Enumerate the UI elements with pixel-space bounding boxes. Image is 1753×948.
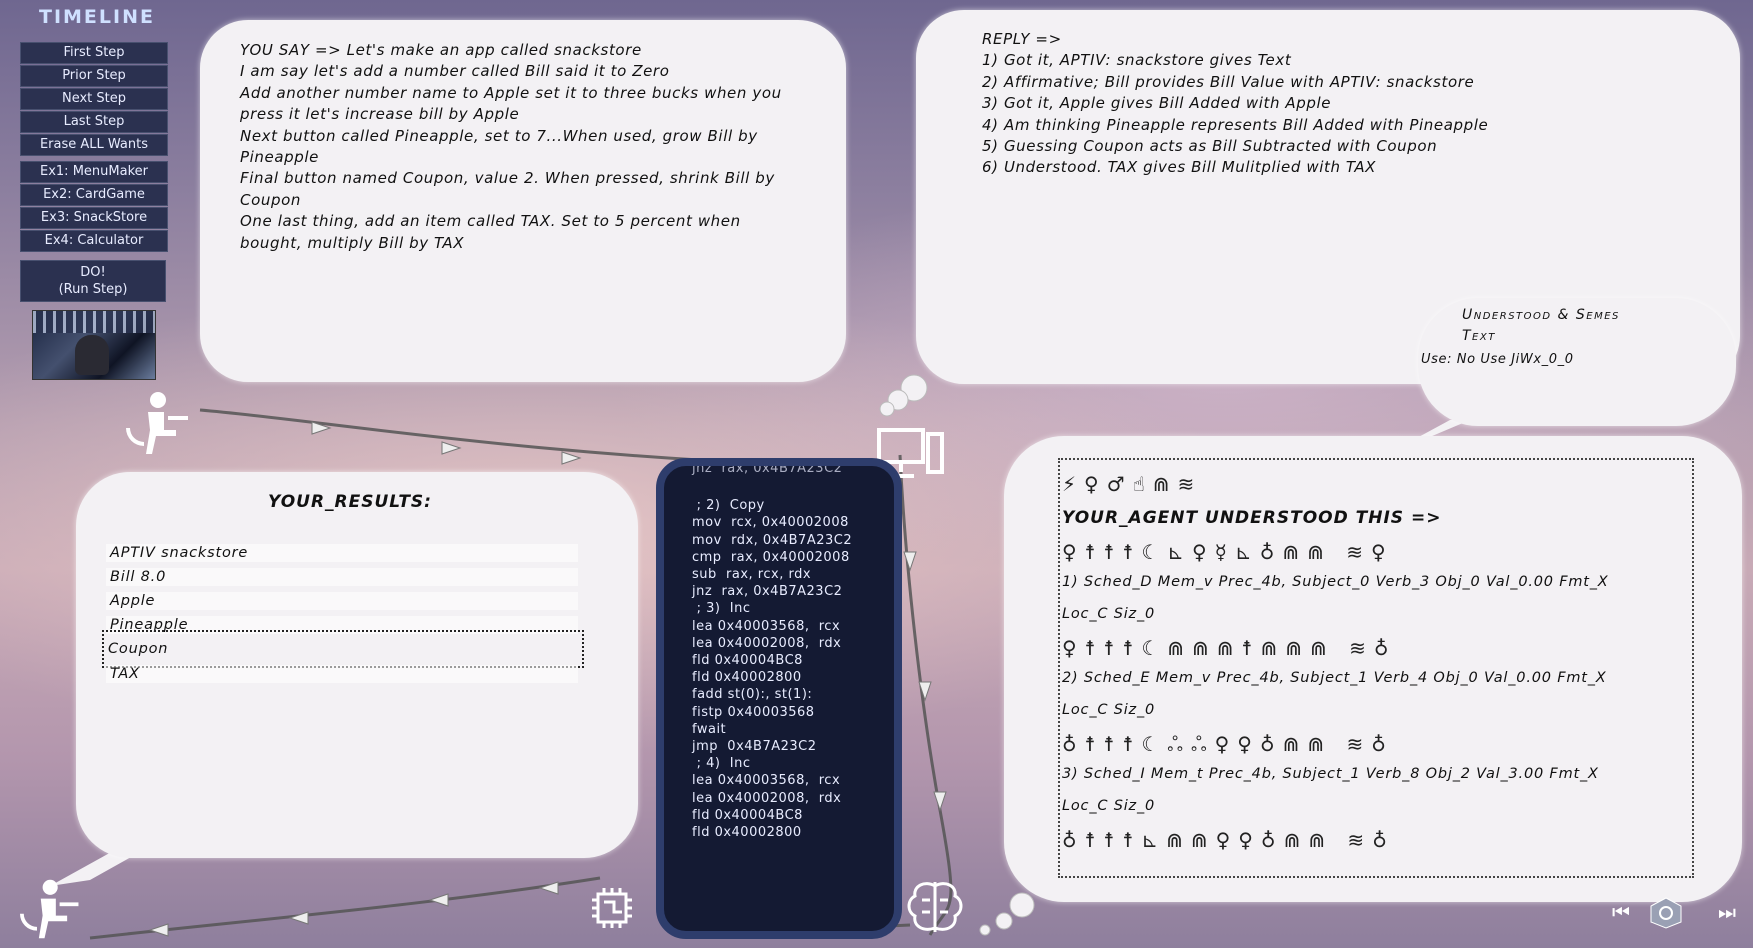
assembly-line: mov rdx, 0x4B7A23C2: [692, 532, 853, 548]
result-row-label: APTIV snackstore: [110, 545, 249, 561]
assembly-line: cmp rax, 0x40002008: [692, 549, 850, 565]
assembly-line: fadd st(0):, st(1):: [692, 687, 813, 703]
brain-icon: [904, 876, 966, 938]
reply-line: REPLY =>: [982, 30, 1062, 48]
reply-line: 1) Got it, APTIV: snackstore gives Text: [982, 51, 1292, 70]
reply-line: 6) Understood. TAX gives Bill Mulitplied…: [982, 158, 1377, 177]
semes-title-line: Text: [1462, 328, 1496, 344]
reply-line: 2) Affirmative; Bill provides Bill Value…: [982, 72, 1475, 91]
assembly-line: fld 0x40002800: [692, 670, 802, 686]
reply-line: 5) Guessing Coupon acts as Bill Subtract…: [982, 137, 1438, 156]
skip-forward-button[interactable]: ⏭: [1718, 900, 1736, 924]
you-say-line: YOU SAY => Let's make an app called snac…: [240, 41, 642, 59]
assembly-line: jnz rax, 0x4B7A23C2: [692, 584, 843, 600]
result-row-label: Apple: [110, 593, 156, 609]
result-row[interactable]: Apple: [106, 590, 578, 612]
assembly-line: lea 0x40003568, rcx: [692, 618, 841, 634]
semes-title: Understood & Semes Text: [1462, 305, 1620, 347]
assembly-line: lea 0x40002008, rdx: [692, 635, 842, 651]
result-row[interactable]: TAX: [106, 663, 578, 685]
you-say-line: I am say let's add a number called Bill …: [240, 62, 670, 81]
cpu-chip-icon: [588, 884, 636, 932]
seme-glyph-row: ⚡♀♂☝⋒≋: [1062, 472, 1203, 496]
you-say-line: Next button called Pineapple, set to 7..…: [240, 126, 758, 145]
agent-line: Loc_C Siz_0: [1062, 798, 1156, 814]
agent-line: Loc_C Siz_0: [1062, 702, 1156, 718]
you-say-line: One last thing, add an item called TAX. …: [240, 212, 741, 231]
agent-understood-panel[interactable]: ⚡♀♂☝⋒≋ YOUR_AGENT UNDERSTOOD THIS => ♀☨☨…: [1058, 458, 1694, 878]
skip-back-button[interactable]: ⏮: [1612, 900, 1630, 924]
seme-glyph-row: ♁☨☨☨⊾⋒⋒♀♀♁⋒⋒ ≋♁: [1062, 828, 1395, 852]
you-say-line: bought, multiply Bill by TAX: [240, 233, 465, 252]
assembly-panel[interactable]: jnz rax, 0x4B7A23C2 ; 2) Copy mov rcx, 0…: [656, 458, 902, 939]
assembly-line: ; 3) Inc: [692, 601, 751, 617]
user-at-desk-icon: [18, 876, 88, 942]
results-title: YOUR_RESULTS:: [268, 492, 432, 512]
result-row[interactable]: Bill 8.0: [106, 566, 578, 588]
assembly-line: mov rcx, 0x40002008: [692, 515, 849, 531]
result-row[interactable]: APTIV snackstore: [106, 542, 578, 564]
you-say-line: Final button named Coupon, value 2. When…: [240, 169, 775, 188]
assembly-line: jmp 0x4B7A23C2: [692, 739, 817, 755]
you-say-line: Coupon: [240, 190, 301, 209]
seme-glyph-row: ♀☨☨☨☾⊾♀☿⊾♁⋒⋒ ≋♀: [1062, 540, 1394, 564]
you-say-line: press it let's increase bill by Apple: [240, 105, 520, 124]
assembly-line: lea 0x40002008, rdx: [692, 790, 842, 806]
agent-line: 3) Sched_I Mem_t Prec_4b, Subject_1 Verb…: [1062, 766, 1599, 782]
assembly-line: ; 2) Copy: [692, 498, 765, 514]
reply-text: REPLY => 1) Got it, APTIV: snackstore gi…: [982, 29, 1682, 179]
you-say-line: Pineapple: [240, 148, 319, 167]
assembly-line: fwait: [692, 721, 727, 737]
assembly-line: fld 0x40004BC8: [692, 653, 803, 669]
reply-line: 3) Got it, Apple gives Bill Added with A…: [982, 94, 1332, 113]
you-say-text: YOU SAY => Let's make an app called snac…: [240, 40, 820, 254]
assembly-line: fld 0x40004BC8: [692, 807, 803, 823]
user-at-desk-icon: [122, 388, 192, 458]
assembly-line: fistp 0x40003568: [692, 704, 815, 720]
settings-gear-icon[interactable]: [1648, 896, 1684, 930]
assembly-line: fld 0x40002800: [692, 825, 802, 841]
result-row-label: TAX: [110, 666, 140, 682]
assembly-line: ; 4) Inc: [692, 756, 751, 772]
assembly-line: sub rax, rcx, rdx: [692, 567, 812, 583]
agent-heading: YOUR_AGENT UNDERSTOOD THIS =>: [1062, 508, 1442, 528]
seme-glyph-row: ♀☨☨☨☾⋒⋒⋒☨⋒⋒⋒ ≋♁: [1062, 636, 1397, 660]
result-row-label: Bill 8.0: [110, 569, 167, 585]
semes-title-line: Understood & Semes: [1462, 307, 1620, 323]
agent-line: Loc_C Siz_0: [1062, 606, 1156, 622]
reply-line: 4) Am thinking Pineapple represents Bill…: [982, 115, 1489, 134]
assembly-line: lea 0x40003568, rcx: [692, 773, 841, 789]
agent-line: 1) Sched_D Mem_v Prec_4b, Subject_0 Verb…: [1062, 574, 1609, 590]
you-say-line: Add another number name to Apple set it …: [240, 83, 782, 102]
agent-line: 2) Sched_E Mem_v Prec_4b, Subject_1 Verb…: [1062, 670, 1607, 686]
seme-glyph-row: ♁☨☨☨☾ஃஃ♀♀♁⋒⋒ ≋♁: [1062, 732, 1394, 756]
assembly-partial-line: jnz rax, 0x4B7A23C2: [692, 461, 843, 476]
result-row-label: Coupon: [108, 641, 169, 657]
semes-use: Use: No Use JiWx_0_0: [1421, 352, 1574, 367]
